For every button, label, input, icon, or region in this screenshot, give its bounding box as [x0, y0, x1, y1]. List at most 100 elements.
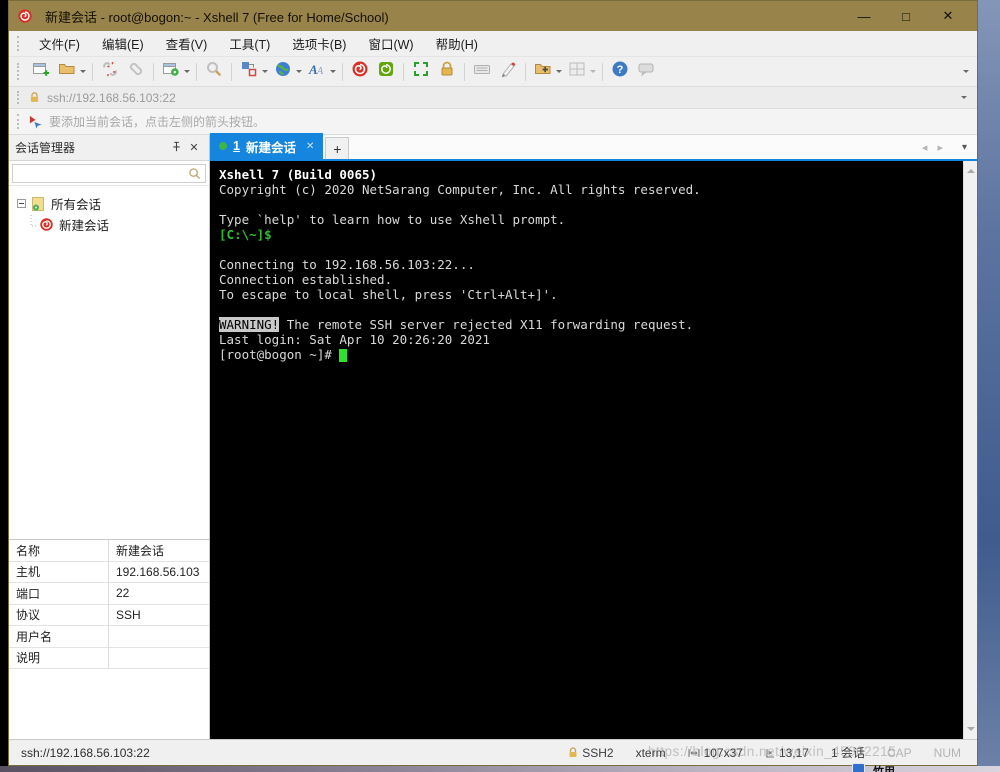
- tab-close-icon[interactable]: ✕: [306, 141, 314, 152]
- tree-item-new-session[interactable]: 新建会话: [17, 214, 209, 235]
- virtual-keyboard-button[interactable]: [470, 60, 494, 84]
- panel-close-icon[interactable]: ✕: [185, 141, 203, 154]
- lock-screen-button[interactable]: [435, 60, 459, 84]
- session-manager-header: 会话管理器 ✕: [9, 135, 209, 161]
- font-dropdown-icon[interactable]: [330, 70, 336, 76]
- address-dropdown-icon[interactable]: [961, 96, 967, 102]
- search-icon[interactable]: [188, 167, 201, 185]
- address-input[interactable]: ssh://192.168.56.103:22: [47, 91, 961, 105]
- terminal-line: Connection established.: [219, 272, 393, 287]
- font-button[interactable]: AA: [305, 60, 329, 84]
- tile-windows-dropdown-icon[interactable]: [590, 70, 596, 76]
- reconnect-icon: [127, 60, 145, 83]
- disconnect-button[interactable]: [98, 60, 122, 84]
- font-icon: AA: [308, 60, 326, 83]
- property-row[interactable]: 用户名: [9, 626, 209, 648]
- menu-item[interactable]: 选项卡(B): [281, 30, 357, 57]
- tile-windows-icon: [568, 60, 586, 83]
- session-manager-panel: 会话管理器 ✕ 所有会话 新建会话 名称 新建会话 主机 192.168.56.…: [9, 135, 210, 739]
- tab-scroll-left-icon[interactable]: ◂: [917, 141, 933, 154]
- property-row[interactable]: 主机 192.168.56.103: [9, 561, 209, 583]
- new-session-button[interactable]: [29, 60, 53, 84]
- tree-item-all-sessions[interactable]: 所有会话: [17, 193, 209, 214]
- property-row[interactable]: 说明: [9, 647, 209, 669]
- status-item-xterm[interactable]: xterm: [636, 746, 666, 760]
- menu-item[interactable]: 文件(F): [28, 30, 91, 57]
- reconnect-button[interactable]: [124, 60, 148, 84]
- menu-item[interactable]: 工具(T): [218, 30, 281, 57]
- close-button[interactable]: ✕: [927, 8, 969, 24]
- new-folder-button[interactable]: [531, 60, 555, 84]
- compose-bar-dropdown-icon[interactable]: [262, 70, 268, 76]
- open-session-dropdown-icon[interactable]: [80, 70, 86, 76]
- toolbar-separator: [525, 62, 526, 81]
- status-item-1-[interactable]: 1 会话: [831, 744, 865, 761]
- pin-icon[interactable]: [167, 141, 185, 155]
- tile-windows-button[interactable]: [565, 60, 589, 84]
- find-button[interactable]: [202, 60, 226, 84]
- session-manager-title: 会话管理器: [15, 141, 76, 155]
- menu-item[interactable]: 查看(V): [155, 30, 219, 57]
- window-title: 新建会话 - root@bogon:~ - Xshell 7 (Free for…: [45, 9, 389, 25]
- maximize-button[interactable]: □: [885, 9, 927, 24]
- terminal-line: WARNING! The remote SSH server rejected …: [219, 317, 694, 332]
- scroll-up-icon[interactable]: [966, 165, 975, 173]
- terminal-line: Xshell 7 (Build 0065): [219, 167, 378, 182]
- new-tab-button[interactable]: +: [325, 137, 350, 159]
- property-row[interactable]: 协议 SSH: [9, 604, 209, 626]
- web-browser-button[interactable]: [271, 60, 295, 84]
- full-screen-button[interactable]: [409, 60, 433, 84]
- toolbar-separator: [196, 62, 197, 81]
- toolbar-grip[interactable]: [17, 62, 21, 81]
- highlight-pen-button[interactable]: [496, 60, 520, 84]
- session-search: [9, 161, 209, 186]
- status-item-cap[interactable]: CAP: [887, 746, 912, 760]
- info-grip[interactable]: [17, 114, 21, 129]
- open-session-button[interactable]: [55, 60, 79, 84]
- terminal[interactable]: Xshell 7 (Build 0065) Copyright (c) 2020 …: [210, 161, 977, 739]
- address-bar[interactable]: ssh://192.168.56.103:22: [9, 86, 977, 109]
- menu-grip[interactable]: [17, 36, 21, 51]
- property-label: 端口: [9, 583, 109, 604]
- xshell-button[interactable]: [348, 60, 372, 84]
- menu-items: 文件(F) 编辑(E) 查看(V) 工具(T) 选项卡(B) 窗口(W) 帮助(H): [28, 30, 489, 57]
- xshell-icon: [351, 60, 369, 83]
- search-input[interactable]: [12, 164, 206, 183]
- main-area: 会话管理器 ✕ 所有会话 新建会话 名称 新建会话 主机 192.168.56.…: [9, 133, 977, 739]
- help-button[interactable]: ?: [608, 60, 632, 84]
- xftp-button[interactable]: [374, 60, 398, 84]
- scroll-down-icon[interactable]: [966, 727, 975, 735]
- status-item-13-17[interactable]: 13,17: [765, 746, 809, 760]
- full-screen-icon: [412, 60, 430, 83]
- property-row[interactable]: 名称 新建会话: [9, 540, 209, 562]
- tree-expander-icon[interactable]: [17, 199, 26, 208]
- tab-label: 新建会话: [245, 140, 296, 155]
- tab-new-session[interactable]: 1 新建会话 ✕: [210, 133, 324, 159]
- session-properties-button[interactable]: [159, 60, 183, 84]
- status-item-num[interactable]: NUM: [934, 746, 961, 760]
- menu-item[interactable]: 帮助(H): [425, 30, 489, 57]
- terminal-scrollbar[interactable]: [963, 161, 977, 739]
- compose-bar-button[interactable]: [237, 60, 261, 84]
- add-session-arrow-icon[interactable]: [28, 114, 43, 129]
- toolbar-separator: [231, 62, 232, 81]
- status-item-ssh2[interactable]: SSH2: [568, 746, 614, 760]
- menu-item[interactable]: 窗口(W): [357, 30, 424, 57]
- terminal-line: [root@bogon ~]#: [219, 347, 957, 362]
- status-item-107x37[interactable]: 107x37: [688, 746, 743, 760]
- property-row[interactable]: 端口 22: [9, 583, 209, 605]
- tab-scroll-right-icon[interactable]: ▸: [932, 141, 948, 154]
- toolbar-overflow-icon[interactable]: [963, 70, 969, 76]
- xshell-logo-icon: [17, 8, 33, 24]
- session-properties-dropdown-icon[interactable]: [184, 70, 190, 76]
- minimize-button[interactable]: —: [843, 9, 885, 24]
- feedback-button[interactable]: [634, 60, 658, 84]
- tab-list-dropdown-icon[interactable]: ▾: [948, 142, 977, 153]
- menu-item[interactable]: 编辑(E): [91, 30, 155, 57]
- status-url: ssh://192.168.56.103:22: [21, 745, 150, 760]
- address-grip[interactable]: [17, 91, 21, 104]
- new-folder-dropdown-icon[interactable]: [556, 70, 562, 76]
- titlebar[interactable]: 新建会话 - root@bogon:~ - Xshell 7 (Free for…: [9, 1, 977, 31]
- web-browser-dropdown-icon[interactable]: [296, 70, 302, 76]
